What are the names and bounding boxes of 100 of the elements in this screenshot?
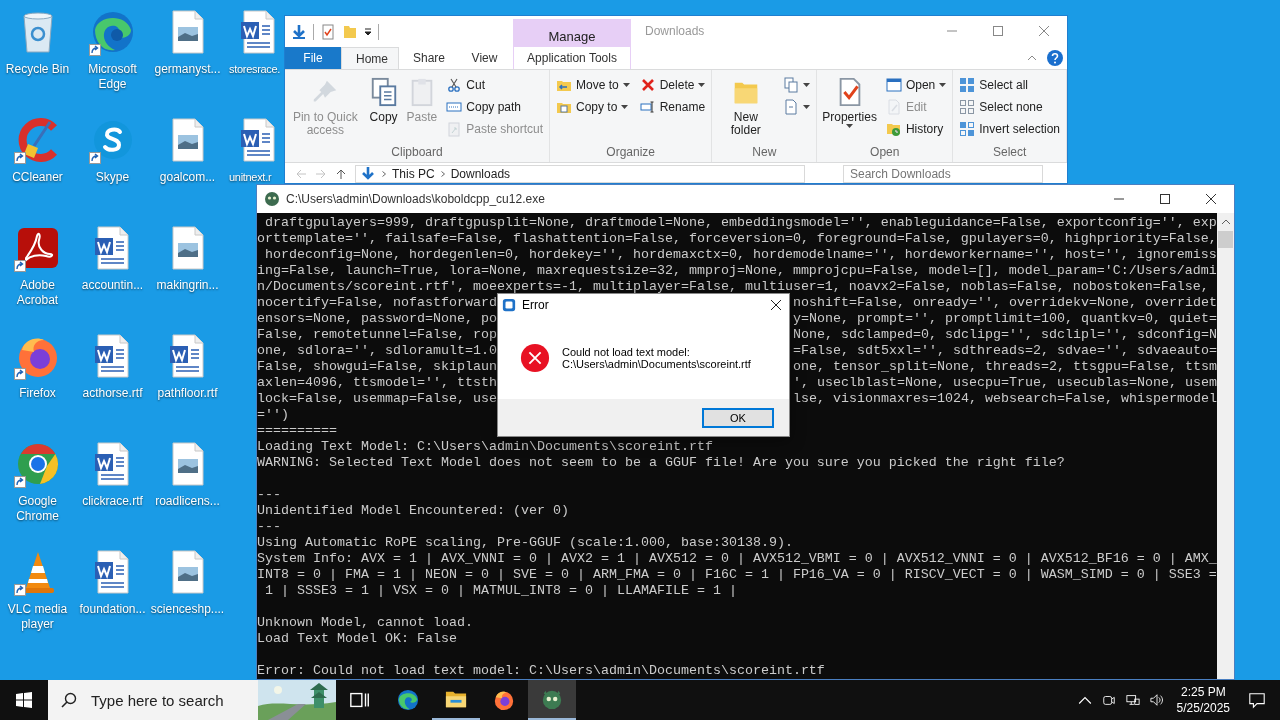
ribbon-button[interactable]: Copy bbox=[366, 74, 401, 145]
edit-icon bbox=[885, 99, 902, 115]
close-icon bbox=[1039, 25, 1049, 36]
collapse-ribbon-icon[interactable] bbox=[1027, 55, 1037, 61]
console-line: nocertify=False, nofastforward bbox=[257, 295, 497, 311]
desktop-shortcut[interactable]: VLC media player bbox=[0, 544, 75, 636]
search-box[interactable]: Type here to search bbox=[48, 680, 336, 720]
group-label: Select bbox=[991, 145, 1028, 161]
desktop-shortcut[interactable]: foundation... bbox=[75, 544, 150, 636]
ribbon-tab[interactable]: Application Tools bbox=[513, 47, 631, 69]
console-line: System Info: AVX = 1 | AVX_VNNI = 0 | AVX2 = 1 | AVX512 = 0 | AVX512_VBMI = 0 | AVX512_VNNI = 0 | AVX512_BF16 = 0 | AMX_ bbox=[257, 551, 1217, 566]
search-icon bbox=[61, 692, 77, 708]
console-line: y=None, prompt='', promptlimit=100, quantkv=0, quiet= bbox=[793, 311, 1217, 327]
search-field[interactable]: Type here to search bbox=[89, 690, 253, 710]
desktop-shortcut[interactable]: Microsoft Edge bbox=[75, 4, 150, 96]
desktop-shortcut[interactable]: germanyst... bbox=[150, 4, 225, 96]
console-line: ========== bbox=[257, 423, 337, 438]
desktop-shortcut[interactable]: Adobe Acrobat bbox=[0, 220, 75, 312]
camera-icon[interactable] bbox=[1101, 693, 1116, 707]
desktop-shortcut[interactable]: makingrin... bbox=[150, 220, 225, 312]
network-icon[interactable] bbox=[1125, 693, 1140, 707]
customize-icon[interactable] bbox=[364, 27, 372, 36]
rename-icon bbox=[639, 99, 656, 115]
ribbon-button[interactable]: Select all bbox=[956, 74, 1063, 96]
console-line: False, showgui=False, skiplaun bbox=[257, 359, 497, 375]
ribbon-button[interactable]: Move to bbox=[553, 74, 633, 96]
desktop-shortcut[interactable]: unitnext.r bbox=[225, 112, 284, 184]
scrollbar[interactable] bbox=[1217, 213, 1234, 679]
console-line: ing=False, launch=True, lora=None, maxrequestsize=32, mmproj=None, mmprojcpu=False, model=[], model_param='C:/Users/admi bbox=[257, 263, 1217, 278]
ribbon-tab[interactable]: View bbox=[456, 47, 513, 69]
ribbon-button[interactable]: Delete bbox=[636, 74, 709, 96]
breadcrumb[interactable]: This PC bbox=[392, 166, 435, 181]
new-item-icon bbox=[783, 77, 800, 93]
ribbon-button[interactable]: Cut bbox=[443, 74, 546, 96]
console-line: ='') bbox=[257, 407, 289, 422]
ribbon-button[interactable]: Rename bbox=[636, 96, 709, 118]
ok-button[interactable]: OK bbox=[702, 407, 774, 428]
clock[interactable]: 2:25 PM 5/25/2025 bbox=[1168, 680, 1238, 720]
dialog-title: Error bbox=[522, 298, 549, 312]
ribbon-button[interactable]: Properties bbox=[820, 74, 879, 145]
ribbon-button[interactable]: New folder bbox=[715, 74, 777, 145]
console-line: noshift=False, onready='', overridekv=None, overridet bbox=[793, 295, 1217, 311]
desktop-shortcut[interactable]: Skype bbox=[75, 112, 150, 204]
app-icon bbox=[502, 298, 516, 312]
window-title: C:\Users\admin\Downloads\koboldcpp_cu12.exe bbox=[286, 192, 545, 206]
select-none-icon bbox=[959, 99, 976, 115]
close-icon bbox=[1206, 194, 1216, 204]
console-line: None, sdclamped=0, sdclipg='', sdclipl='', sdconfig=N bbox=[793, 327, 1217, 343]
ribbon-button[interactable]: Copy to bbox=[553, 96, 633, 118]
console-line: one, sdlora='', sdloramult=1.0 bbox=[257, 343, 497, 359]
ribbon-button[interactable]: Copy path bbox=[443, 96, 546, 118]
desktop-shortcut[interactable]: acthorse.rtf bbox=[75, 328, 150, 420]
notification-icon[interactable] bbox=[1248, 691, 1266, 709]
ribbon-button[interactable]: Invert selection bbox=[956, 118, 1063, 140]
group-label: Open bbox=[869, 145, 901, 161]
scroll-up-icon[interactable] bbox=[1220, 219, 1231, 225]
app-icon bbox=[264, 191, 280, 207]
desktop-shortcut[interactable]: storesrace. bbox=[225, 4, 284, 76]
ribbon-button[interactable]: History bbox=[882, 118, 950, 140]
address-bar[interactable]: This PC Downloads bbox=[355, 164, 805, 183]
console-line: 1 | SSSE3 = 1 | VSX = 0 | MATMUL_INT8 = 0 | LLAMAFILE = 1 | bbox=[264, 583, 737, 598]
desktop-shortcut[interactable]: clickrace.rtf bbox=[75, 436, 150, 528]
ribbon-tab[interactable]: Share bbox=[399, 47, 456, 69]
shortcut-icon bbox=[446, 121, 463, 137]
volume-icon[interactable] bbox=[1149, 693, 1164, 707]
desktop-shortcut[interactable]: scienceshp.... bbox=[150, 544, 225, 636]
console-line: --- bbox=[257, 487, 281, 502]
console-line: INT8 = 0 | FMA = 1 | NEON = 0 | SVE = 0 | ARM_FMA = 0 | F16C = 1 | FP16_VA = 0 | RISCV_VECT = 0 | WASM_SIMD = 0 | SSE3 = bbox=[257, 567, 1217, 582]
desktop-shortcut[interactable]: Firefox bbox=[0, 328, 75, 420]
breadcrumb[interactable]: Downloads bbox=[450, 166, 511, 181]
maximize-icon bbox=[993, 25, 1003, 36]
desktop-shortcut[interactable]: CCleaner bbox=[0, 112, 75, 204]
console-line: Loading Text Model: C:\Users\admin\Documents\scoreint.rtf bbox=[257, 439, 713, 454]
up-icon[interactable] bbox=[335, 167, 347, 180]
properties-icon[interactable] bbox=[320, 23, 336, 40]
help-icon[interactable] bbox=[1047, 50, 1063, 66]
group-label: Organize bbox=[605, 145, 657, 161]
file-tab[interactable]: File bbox=[285, 47, 341, 69]
ribbon-tab[interactable]: Home bbox=[341, 47, 399, 69]
desktop-shortcut[interactable]: goalcom... bbox=[150, 112, 225, 204]
console-line: Unknown Model, cannot load. bbox=[257, 615, 473, 630]
desktop-shortcut[interactable]: Google Chrome bbox=[0, 436, 75, 528]
maximize-icon bbox=[1160, 194, 1170, 204]
scroll-thumb[interactable] bbox=[1218, 231, 1233, 248]
desktop-shortcut[interactable]: roadlicens... bbox=[150, 436, 225, 528]
console-line: Unidentified Model Encountered: (ver 0) bbox=[257, 503, 569, 518]
console-line: Using Automatic RoPE scaling, Pre-GGUF (scale:1.000, base:30138.9). bbox=[257, 535, 793, 550]
scissors-icon bbox=[446, 77, 463, 93]
close-icon[interactable] bbox=[771, 300, 781, 310]
window-title: Downloads bbox=[644, 23, 705, 40]
ribbon-button[interactable]: Select none bbox=[956, 96, 1063, 118]
delete-icon bbox=[639, 77, 656, 93]
desktop-shortcut[interactable]: accountin... bbox=[75, 220, 150, 312]
desktop-shortcut[interactable]: Recycle Bin bbox=[0, 4, 75, 96]
console-line: --- bbox=[257, 519, 281, 534]
search-field[interactable]: Search Downloads bbox=[843, 164, 1043, 183]
desktop-shortcut[interactable]: pathfloor.rtf bbox=[150, 328, 225, 420]
path-icon bbox=[446, 99, 463, 115]
swirl-browser-icon bbox=[397, 689, 419, 711]
ribbon-button[interactable]: Open bbox=[882, 74, 950, 96]
